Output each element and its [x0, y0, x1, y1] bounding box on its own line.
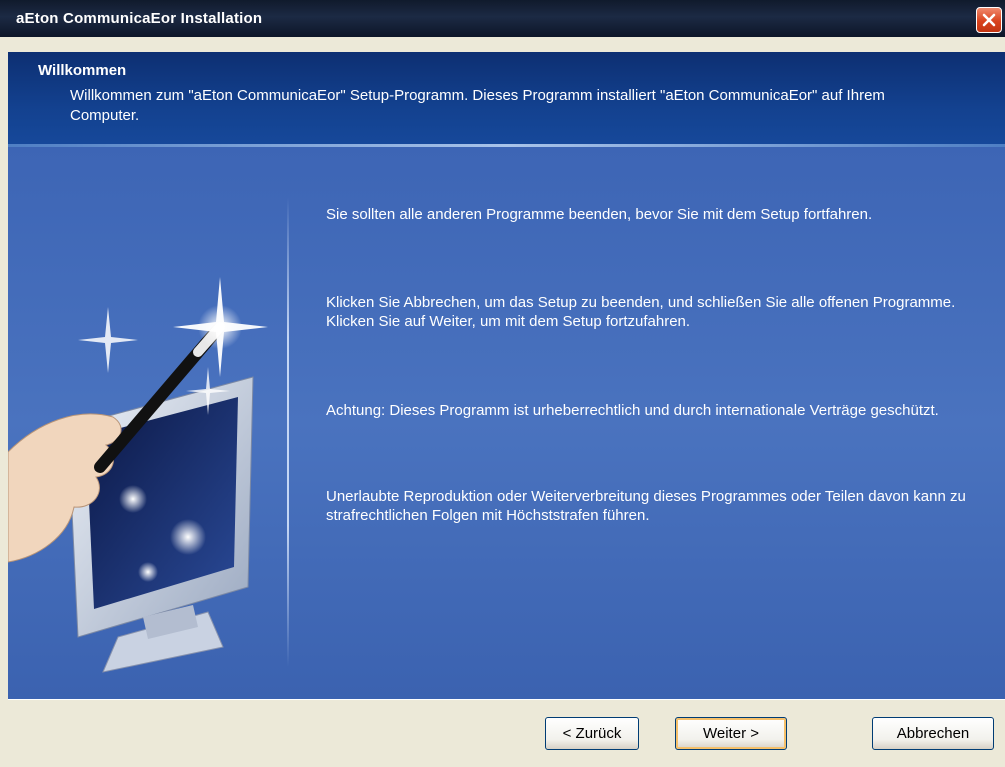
- wizard-wand-monitor-icon: [8, 277, 268, 673]
- back-button[interactable]: < Zurück: [545, 717, 639, 750]
- button-bar: < Zurück Weiter > Abbrechen: [8, 699, 1005, 767]
- message-instructions: Klicken Sie Abbrechen, um das Setup zu b…: [326, 294, 956, 330]
- content-divider: [287, 197, 289, 667]
- cancel-button[interactable]: Abbrechen: [872, 717, 994, 750]
- message-close-programs: Sie sollten alle anderen Programme beend…: [326, 206, 873, 223]
- wizard-header: Willkommen Willkommen zum "aEton Communi…: [8, 52, 1005, 144]
- message-copyright-notice: Achtung: Dieses Programm ist urheberrech…: [326, 402, 939, 419]
- header-description: Willkommen zum "aEton CommunicaEor" Setu…: [70, 87, 885, 124]
- message-legal-warning: Unerlaubte Reproduktion oder Weiterverbr…: [326, 488, 966, 524]
- next-button[interactable]: Weiter >: [675, 717, 787, 750]
- close-icon: [982, 13, 996, 27]
- window-title: aEton CommunicaEor Installation: [16, 10, 263, 27]
- header-title: Willkommen: [38, 62, 127, 79]
- title-bar[interactable]: aEton CommunicaEor Installation: [0, 0, 1005, 37]
- close-button[interactable]: [976, 7, 1002, 33]
- wizard-content: Sie sollten alle anderen Programme beend…: [8, 147, 1005, 699]
- installer-window: aEton CommunicaEor Installation Willkomm…: [0, 0, 1005, 767]
